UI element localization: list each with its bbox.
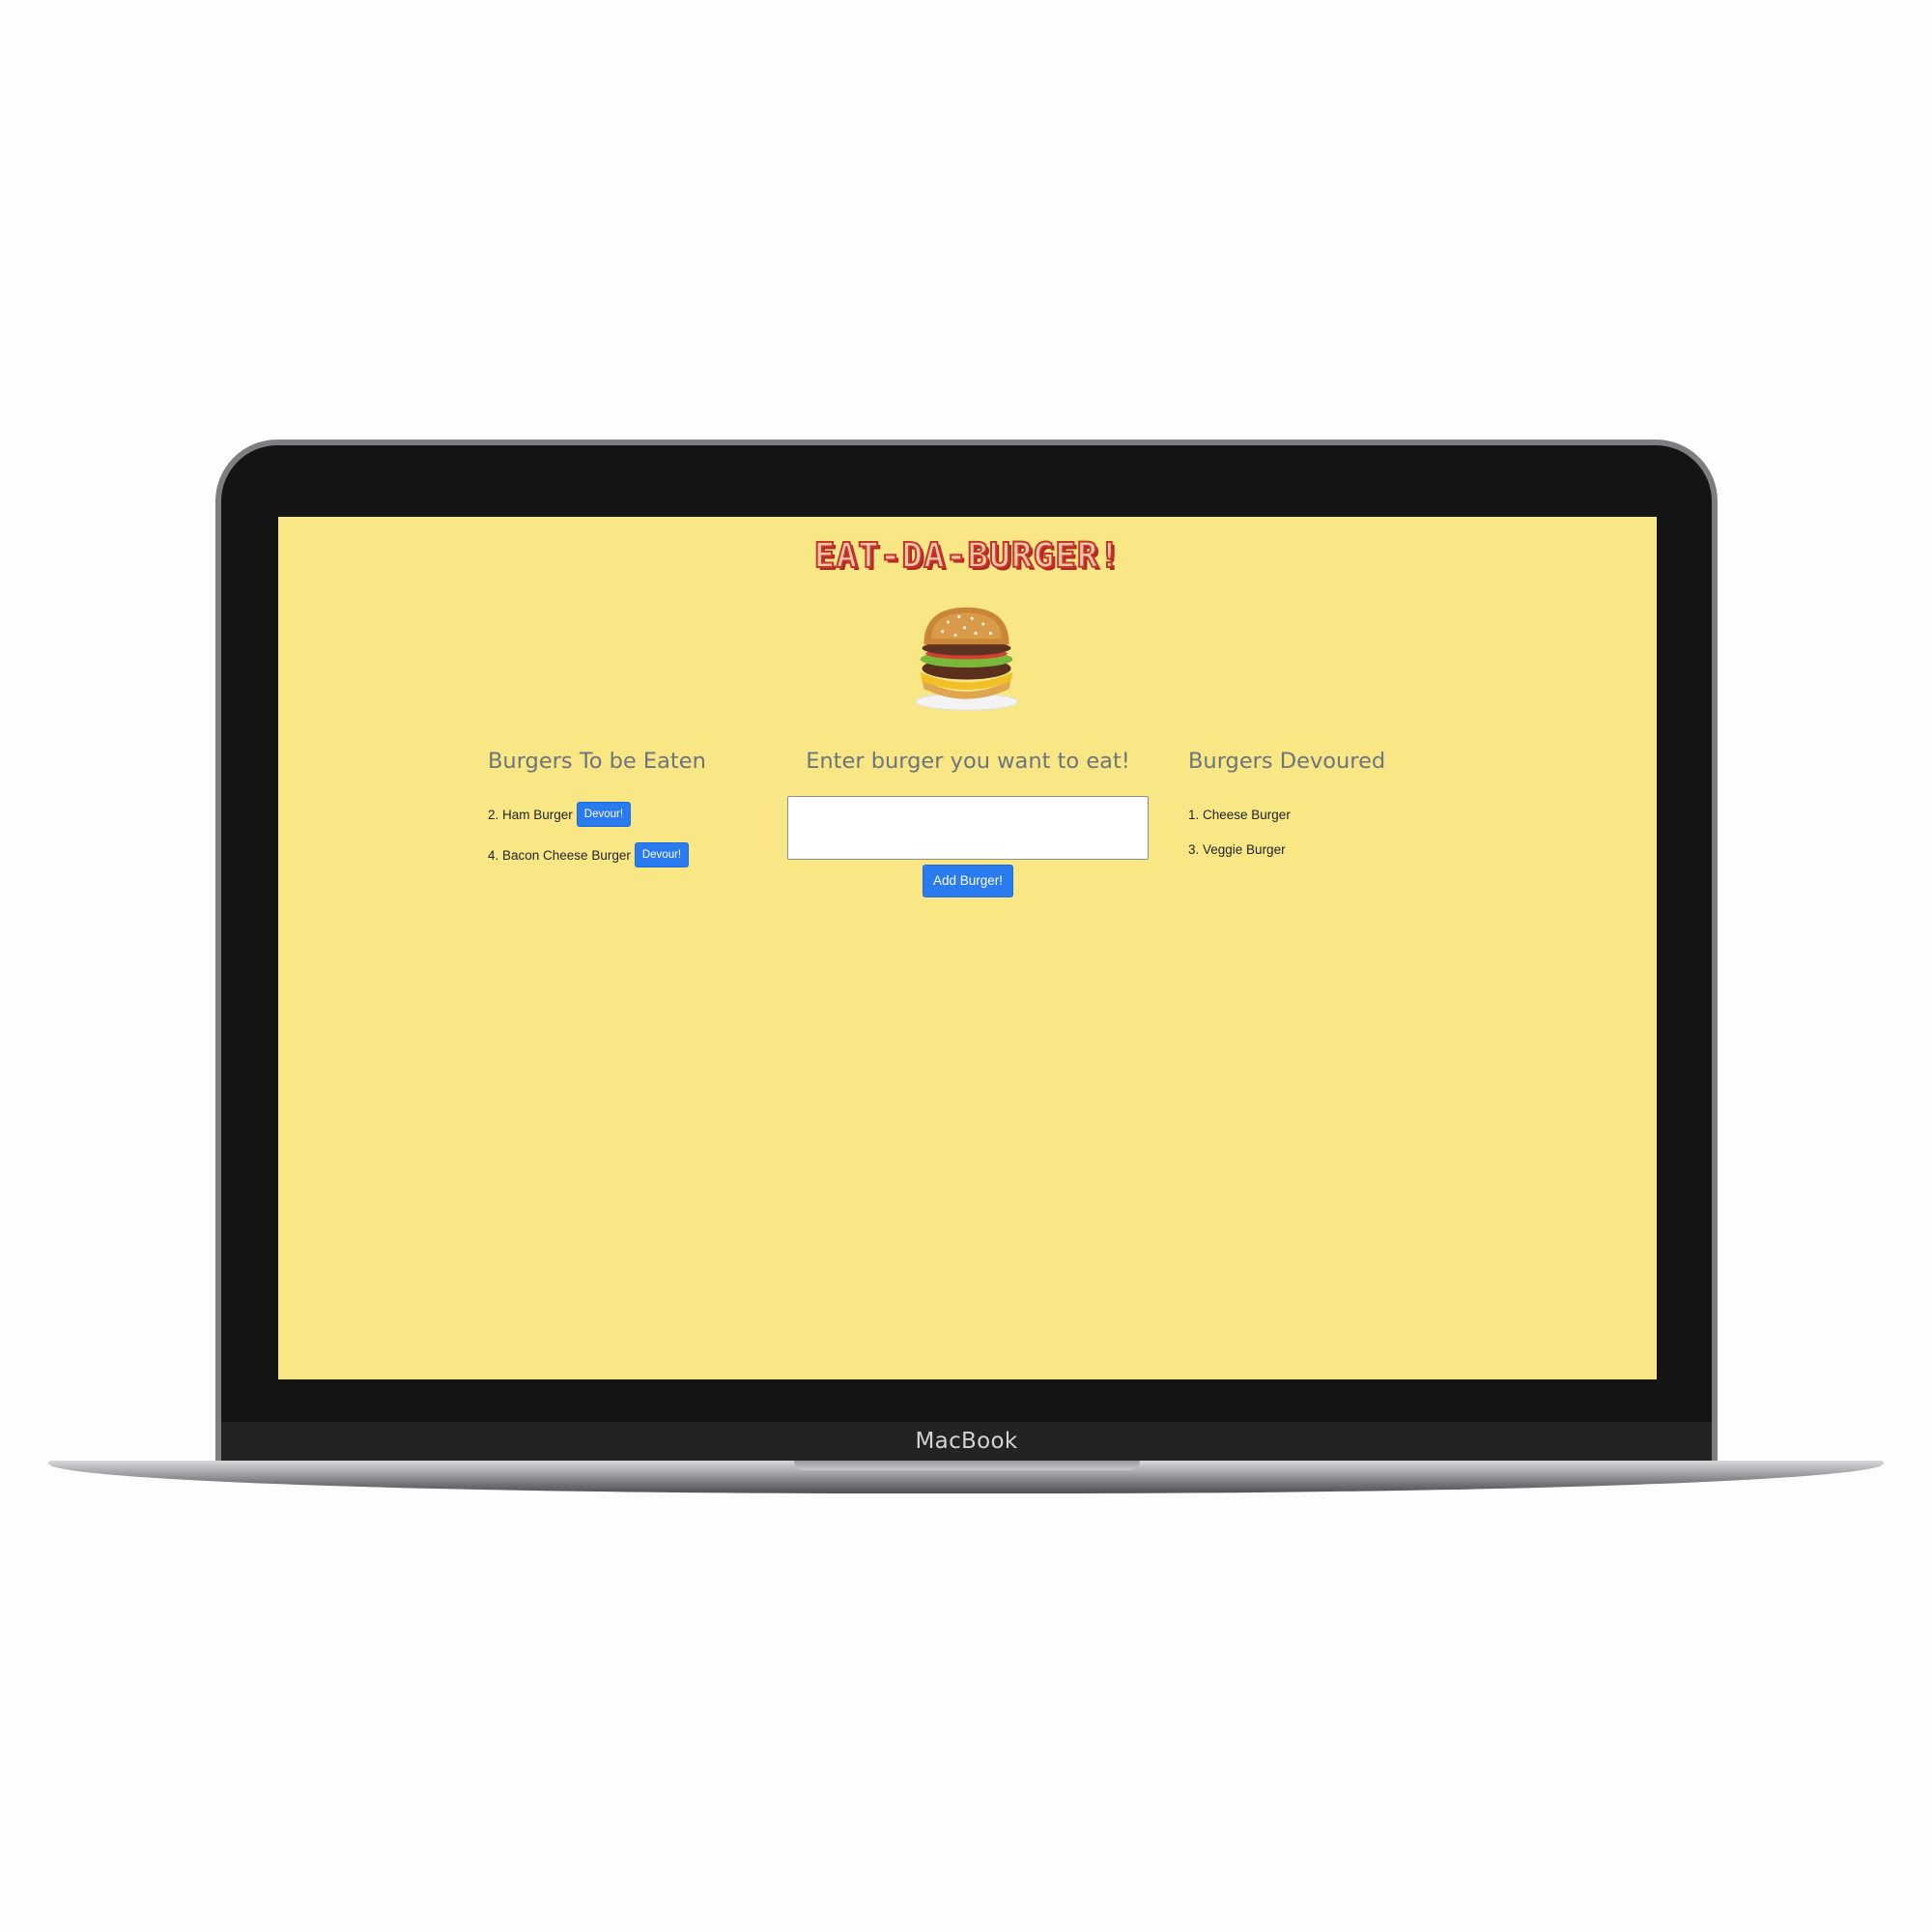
devour-button[interactable]: Devour! [634,842,690,867]
add-burger-heading: Enter burger you want to eat! [806,749,1130,774]
list-item: 3. Veggie Burger [1188,832,1478,867]
list-item: 4. Bacon Cheese Burger Devour! [488,835,778,875]
laptop-brand-label: MacBook [915,1429,1018,1454]
burger-name: 2. Ham Burger [488,807,573,822]
burger-name: 3. Veggie Burger [1188,841,1286,857]
burgers-to-eat-list: 2. Ham Burger Devour! 4. Bacon Cheese Bu… [488,794,778,875]
burger-name-input[interactable] [787,796,1149,860]
burgers-devoured-heading: Burgers Devoured [1188,749,1386,774]
add-burger-button[interactable]: Add Burger! [922,865,1014,897]
burger-name: 1. Cheese Burger [1188,807,1291,822]
mockup-stage: MacBook EAT-DA-BURGER! Burgers To be Eat… [0,0,1932,1932]
burgers-devoured-column: Burgers Devoured 1. Cheese Burger 3. Veg… [1188,749,1478,867]
app-screen: EAT-DA-BURGER! Burgers To be Eaten 2. Ha… [278,517,1657,1379]
add-burger-column: Enter burger you want to eat! Add Burger… [784,749,1151,897]
site-title: EAT-DA-BURGER! [813,535,1122,577]
burgers-to-eat-heading: Burgers To be Eaten [488,749,706,774]
burgers-to-eat-column: Burgers To be Eaten 2. Ham Burger Devour… [488,749,778,875]
hamburger-icon [915,607,1018,711]
devour-button[interactable]: Devour! [576,802,632,827]
list-item: 2. Ham Burger Devour! [488,794,778,835]
laptop-hinge-notch [794,1461,1140,1470]
burger-name: 4. Bacon Cheese Burger [488,847,631,863]
burgers-devoured-list: 1. Cheese Burger 3. Veggie Burger [1188,797,1478,867]
list-item: 1. Cheese Burger [1188,797,1478,832]
